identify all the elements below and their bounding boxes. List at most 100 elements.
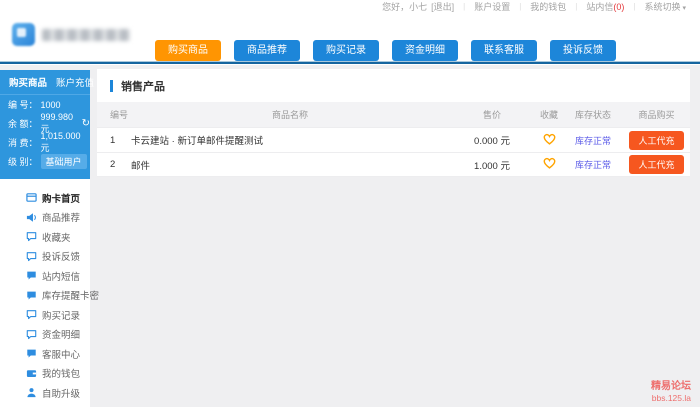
column-header-price: 售价 [449,108,535,121]
consumption-value: 1,015.000 元 [41,131,90,154]
sidebar-item-my-wallet[interactable]: 我的钱包 [0,364,90,384]
sidebar-item-feedback[interactable]: 投诉反馈 [0,247,90,267]
nav-feedback-button[interactable]: 投诉反馈 [550,40,616,61]
sidebar-item-service-center[interactable]: 客服中心 [0,344,90,364]
account-panel: 购买商品 账户充值 编 号： 1000 余 额： 999.980 元 ↻ 消 费… [0,70,90,179]
sidebar-item-purchase-history[interactable]: 购买记录 [0,305,90,325]
consumption-row: 消 费： 1,015.000 元 [0,133,90,152]
person-icon [26,387,37,398]
chat-outline-icon [26,251,37,262]
product-name[interactable]: 邮件 [131,158,449,172]
system-switch-link[interactable]: 系统切换▾ [644,0,686,13]
heart-icon[interactable] [543,133,556,148]
account-number-value: 1000 [41,100,61,110]
chat-outline-icon [26,309,37,320]
row-number: 2 [97,159,131,170]
sidebar-item-funds-detail[interactable]: 资金明细 [0,325,90,345]
sidebar-item-label: 我的钱包 [42,366,80,380]
chat-filled-icon [26,290,37,301]
site-mail-link[interactable]: 站内信(0) [586,0,624,13]
sidebar-item-label: 自助升级 [42,386,80,400]
sidebar-item-self-upgrade[interactable]: 自助升级 [0,383,90,403]
refresh-icon[interactable]: ↻ [82,118,90,129]
sidebar-item-label: 购卡首页 [42,191,80,205]
sidebar-item-favorites[interactable]: 收藏夹 [0,227,90,247]
column-header-name: 商品名称 [131,108,449,121]
nav-purchase-history-button[interactable]: 购买记录 [313,40,379,61]
logo [12,23,130,46]
product-price: 1.000 元 [449,158,535,172]
table-row: 1 卡云建站 · 新订单邮件提醒测试 0.000 元 库存正常 人工代充 [97,127,690,152]
chat-outline-icon [26,329,37,340]
divider: | [463,2,465,11]
section-title-row: 销售产品 [97,69,690,102]
main-nav: 购买商品 商品推荐 购买记录 资金明细 联系客服 投诉反馈 [155,40,616,61]
stock-status-cell: 库存正常 [563,134,623,147]
title-accent-bar [110,80,113,92]
divider: | [575,2,577,11]
tab-account-recharge[interactable]: 账户充值 [56,75,94,89]
logout-link[interactable]: [退出] [431,0,454,13]
sidebar-item-site-message[interactable]: 站内短信 [0,266,90,286]
topbar: 您好，小七 [退出] | 账户设置 | 我的钱包 | 站内信(0) | 系统切换… [0,0,700,13]
column-header-stock: 库存状态 [563,108,623,121]
sidebar-item-stock-reminder[interactable]: 库存提醒卡密 [0,286,90,306]
stock-status-link[interactable]: 库存正常 [575,136,611,146]
products-panel: 销售产品 编号 商品名称 售价 收藏 库存状态 商品购买 1 卡云建站 · 新订… [97,69,690,177]
section-title: 销售产品 [121,78,165,94]
heart-icon[interactable] [543,157,556,172]
sidebar-item-label: 投诉反馈 [42,249,80,263]
favorite-cell [535,157,563,172]
favorite-cell [535,133,563,148]
screen: 您好，小七 [退出] | 账户设置 | 我的钱包 | 站内信(0) | 系统切换… [0,0,700,407]
consumption-label: 消 费： [8,136,38,149]
nav-funds-detail-button[interactable]: 资金明细 [392,40,458,61]
table-header-row: 编号 商品名称 售价 收藏 库存状态 商品购买 [97,102,690,127]
page-body: 购买商品 账户充值 编 号： 1000 余 额： 999.980 元 ↻ 消 费… [0,65,700,407]
divider: | [519,2,521,11]
logo-blurred-text [42,29,130,41]
sidebar-item-label: 购买记录 [42,308,80,322]
system-switch-label: 系统切换 [644,2,680,12]
header-divider [0,61,700,64]
nav-contact-service-button[interactable]: 联系客服 [471,40,537,61]
sidebar-item-card-home[interactable]: 购卡首页 [0,188,90,208]
sidebar-item-recommend[interactable]: 商品推荐 [0,208,90,228]
manual-recharge-button[interactable]: 人工代充 [629,155,683,174]
nav-buy-products-button[interactable]: 购买商品 [155,40,221,61]
table-row: 2 邮件 1.000 元 库存正常 人工代充 [97,152,690,177]
wallet-icon [26,368,37,379]
chevron-down-icon: ▾ [682,5,686,12]
chat-filled-icon [26,270,37,281]
my-wallet-link[interactable]: 我的钱包 [530,0,566,13]
buy-cell: 人工代充 [623,155,690,174]
product-name[interactable]: 卡云建站 · 新订单邮件提醒测试 [131,133,449,147]
watermark-url: bbs.125.la [651,393,691,404]
column-header-no: 编号 [97,108,131,121]
stock-status-cell: 库存正常 [563,158,623,171]
balance-label: 余 额： [8,117,38,130]
level-badge: 基础用户 [41,154,87,169]
chat-outline-icon [26,231,37,242]
manual-recharge-button[interactable]: 人工代充 [629,131,683,150]
nav-recommend-button[interactable]: 商品推荐 [234,40,300,61]
mail-count-badge: (0) [613,2,624,12]
tab-buy-products[interactable]: 购买商品 [9,75,47,89]
level-label: 级 别： [8,155,38,168]
account-settings-link[interactable]: 账户设置 [474,0,510,13]
column-header-buy: 商品购买 [623,108,690,121]
stock-status-link[interactable]: 库存正常 [575,160,611,170]
chat-filled-icon [26,348,37,359]
sidebar-menu: 购卡首页 商品推荐 收藏夹 投诉反馈 站内短信 库存提醒卡密 [0,179,90,407]
product-price: 0.000 元 [449,133,535,147]
watermark: 精易论坛 bbs.125.la [651,380,691,404]
row-number: 1 [97,135,131,146]
sidebar-item-label: 商品推荐 [42,210,80,224]
sidebar-item-label: 站内短信 [42,269,80,283]
site-mail-label: 站内信 [586,2,613,12]
account-panel-tabs: 购买商品 账户充值 [0,70,90,95]
column-header-favorite: 收藏 [535,108,563,121]
buy-cell: 人工代充 [623,131,690,150]
watermark-title: 精易论坛 [651,380,691,393]
divider: | [633,2,635,11]
